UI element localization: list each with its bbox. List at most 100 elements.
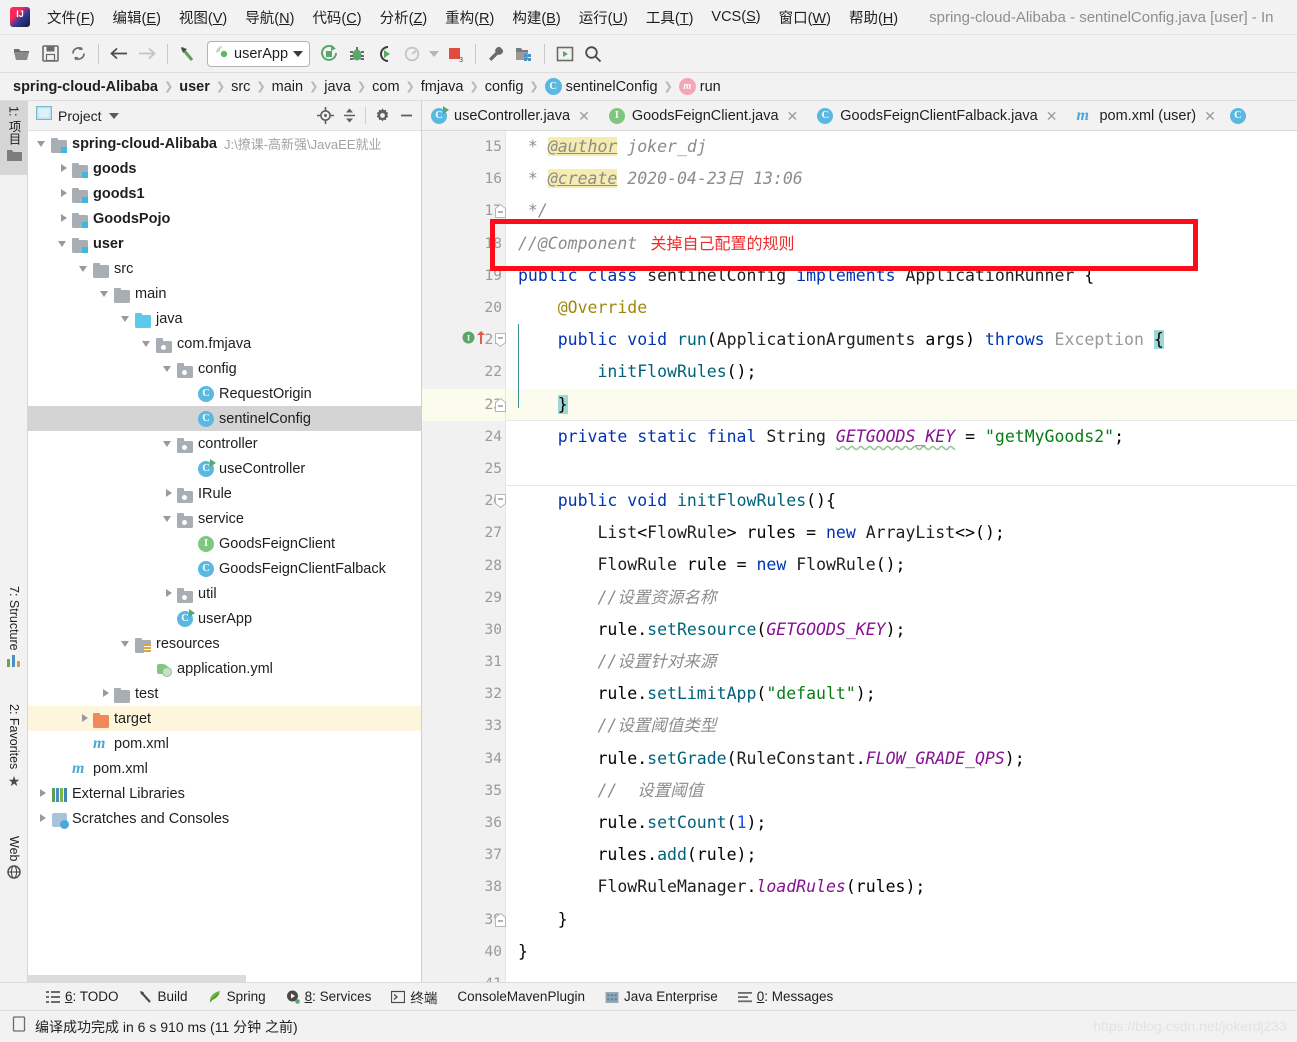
gutter-line-37[interactable]: 37 — [422, 839, 505, 871]
run-configuration-selector[interactable]: userApp — [207, 40, 311, 67]
gutter-line-32[interactable]: 32 — [422, 678, 505, 710]
gutter-line-23[interactable]: 23 — [422, 388, 506, 421]
chevron-right-icon[interactable] — [57, 162, 70, 175]
menu-refactor[interactable]: 重构(R) — [436, 4, 503, 31]
chevron-right-icon[interactable] — [36, 812, 49, 825]
tree-node-irule[interactable]: IRule — [28, 481, 421, 506]
tool-window-build[interactable]: Build — [129, 986, 198, 1007]
code-line-20[interactable]: @Override — [506, 292, 1297, 324]
debug-icon[interactable] — [343, 41, 371, 67]
code-line-37[interactable]: rules.add(rule); — [506, 839, 1297, 871]
editor-gutter[interactable]: 15 16 17 18 19 20 21 I 22 23 24 25 26 27 28 29 30 31 32 33 3… — [422, 131, 506, 991]
gear-icon[interactable] — [371, 105, 393, 127]
code-line-24[interactable]: private static final String GETGOODS_KEY… — [506, 421, 1297, 453]
gutter-line-38[interactable]: 38 — [422, 871, 505, 903]
tree-node-goods1[interactable]: goods1 — [28, 181, 421, 206]
code-line-23[interactable]: } — [506, 388, 1297, 421]
chevron-down-icon[interactable] — [57, 237, 70, 250]
breadcrumb-item-spring-cloud-alibaba[interactable]: spring-cloud-Alibaba — [10, 79, 161, 95]
chevron-down-icon[interactable] — [99, 287, 112, 300]
code-line-18[interactable]: //@Component 关掉自己配置的规则 — [506, 228, 1297, 260]
sync-icon[interactable] — [64, 41, 92, 67]
tree-node-src[interactable]: src — [28, 256, 421, 281]
code-line-31[interactable]: //设置针对来源 — [506, 646, 1297, 678]
gutter-line-28[interactable]: 28 — [422, 549, 505, 581]
tool-window-0-messages[interactable]: 0: Messages — [728, 986, 844, 1007]
code-line-22[interactable]: initFlowRules(); — [506, 356, 1297, 388]
code-line-28[interactable]: FlowRule rule = new FlowRule(); — [506, 549, 1297, 581]
tree-node-controller[interactable]: controller — [28, 431, 421, 456]
gutter-line-30[interactable]: 30 — [422, 614, 505, 646]
code-editor[interactable]: 15 16 17 18 19 20 21 I 22 23 24 25 26 27 28 29 30 31 32 33 3… — [422, 131, 1297, 991]
gutter-line-39[interactable]: 39 — [422, 904, 506, 936]
menu-code[interactable]: 代码(C) — [303, 4, 370, 31]
code-line-34[interactable]: rule.setGrade(RuleConstant.FLOW_GRADE_QP… — [506, 743, 1297, 775]
menu-help[interactable]: 帮助(H) — [840, 4, 907, 31]
gutter-line-24[interactable]: 24 — [422, 421, 505, 453]
stop-icon[interactable]: 3 — [441, 41, 469, 67]
breadcrumb-item-src[interactable]: src — [228, 79, 253, 95]
gutter-line-35[interactable]: 35 — [422, 775, 505, 807]
menu-window[interactable]: 窗口(W) — [770, 4, 840, 31]
project-tree[interactable]: spring-cloud-Alibaba J:\撩课-高新强\JavaEE就业 go… — [28, 131, 421, 971]
chevron-down-icon[interactable] — [120, 312, 133, 325]
implementing-method-icon[interactable] — [476, 330, 486, 350]
chevron-down-icon[interactable] — [78, 262, 91, 275]
breadcrumb-item-sentinelconfig[interactable]: CsentinelConfig — [542, 78, 661, 95]
gutter-line-31[interactable]: 31 — [422, 646, 505, 678]
chevron-right-icon[interactable] — [99, 687, 112, 700]
tool-window-8-services[interactable]: 8: Services — [276, 986, 382, 1007]
gutter-line-34[interactable]: 34 — [422, 743, 505, 775]
tree-node-goodsfeignclient[interactable]: I GoodsFeignClient — [28, 531, 421, 556]
editor-tab-usecontroller-java[interactable]: CuseController.java ✕ — [422, 101, 600, 130]
code-line-33[interactable]: //设置阈值类型 — [506, 710, 1297, 742]
tree-node-pom-xml[interactable]: m pom.xml — [28, 756, 421, 781]
sidebar-item-web[interactable]: Web — [0, 831, 28, 909]
code-line-21[interactable]: public void run(ApplicationArguments arg… — [506, 324, 1297, 356]
tree-node-scratches-and-consoles[interactable]: Scratches and Consoles — [28, 806, 421, 831]
breadcrumb-item-user[interactable]: user — [176, 79, 213, 95]
code-line-35[interactable]: // 设置阈值 — [506, 775, 1297, 807]
code-line-17[interactable]: */ — [506, 195, 1297, 227]
chevron-right-icon[interactable] — [57, 212, 70, 225]
tree-node-pom-xml[interactable]: m pom.xml — [28, 731, 421, 756]
save-icon[interactable] — [36, 41, 64, 67]
tree-node-spring-cloud-alibaba[interactable]: spring-cloud-Alibaba J:\撩课-高新强\JavaEE就业 — [28, 131, 421, 156]
tree-node-goodsfeignclientfalback[interactable]: C GoodsFeignClientFalback — [28, 556, 421, 581]
sidebar-item-project[interactable]: 1: 项目 — [0, 101, 28, 175]
tree-node-userapp[interactable]: CuserApp — [28, 606, 421, 631]
tree-node-external-libraries[interactable]: External Libraries — [28, 781, 421, 806]
chevron-right-icon[interactable] — [78, 712, 91, 725]
code-line-26[interactable]: public void initFlowRules(){ — [506, 485, 1297, 517]
code-line-39[interactable]: } — [506, 904, 1297, 936]
tree-node-config[interactable]: config — [28, 356, 421, 381]
tree-node-goods[interactable]: goods — [28, 156, 421, 181]
gutter-line-17[interactable]: 17 — [422, 195, 506, 227]
gutter-line-16[interactable]: 16 — [422, 163, 505, 195]
close-icon[interactable]: ✕ — [1202, 109, 1218, 123]
tool-window-java-enterprise[interactable]: Java Enterprise — [595, 986, 728, 1007]
tree-node-util[interactable]: util — [28, 581, 421, 606]
hide-panel-icon[interactable] — [395, 105, 417, 127]
back-arrow-icon[interactable] — [105, 41, 133, 67]
breadcrumb-item-config[interactable]: config — [482, 79, 527, 95]
run-icon[interactable] — [315, 41, 343, 67]
close-icon[interactable]: ✕ — [576, 109, 592, 123]
code-line-16[interactable]: * @create 2020-04-23日 13:06 — [506, 163, 1297, 195]
search-everywhere-icon[interactable] — [579, 41, 607, 67]
chevron-down-icon[interactable] — [162, 362, 175, 375]
spring-bean-icon[interactable]: I — [462, 331, 475, 349]
code-content[interactable]: * @author joker_dj * @create 2020-04-23日… — [506, 131, 1297, 991]
menu-analyze[interactable]: 分析(Z) — [371, 4, 437, 31]
chevron-down-icon[interactable] — [141, 337, 154, 350]
close-icon[interactable]: ✕ — [1044, 109, 1060, 123]
editor-tab-pom-xml-user-[interactable]: m pom.xml (user) ✕ — [1067, 101, 1225, 130]
breadcrumb-item-run[interactable]: m run — [676, 78, 724, 95]
chevron-down-icon[interactable] — [162, 512, 175, 525]
breadcrumb-item-com[interactable]: com — [369, 79, 402, 95]
revert-icon[interactable] — [174, 41, 202, 67]
breadcrumb-item-fmjava[interactable]: fmjava — [418, 79, 467, 95]
editor-tab-overflow[interactable]: C — [1226, 101, 1255, 130]
chevron-right-icon[interactable] — [57, 187, 70, 200]
gutter-line-26[interactable]: 26 — [422, 485, 506, 517]
